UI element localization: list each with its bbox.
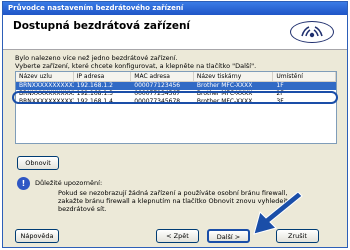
info-icon: ! [17,177,30,190]
wizard-window: Průvodce nastavením bezdrátového zařízen… [2,1,348,248]
help-button[interactable]: Nápověda [15,229,59,243]
cell-printer-name: Brother MFC-XXXX [196,90,253,97]
cell-ip: 192.168.1.4 [76,98,113,105]
cell-ip: 192.168.1.2 [76,82,113,89]
cell-node-name: BRNXXXXXXXXXXXX [19,98,74,105]
wifi-symbol-icon [301,26,323,38]
cell-ip: 192.168.1.3 [76,90,113,97]
refresh-button[interactable]: Obnovit [17,156,59,170]
instructions-line-1: Bylo nalezeno více než jedno bezdrátové … [15,54,178,62]
cell-mac: 000077234567 [134,90,181,97]
device-row-2[interactable]: BRNXXXXXXXXXXXX 192.168.1.3 000077234567… [16,90,336,98]
cell-location: 3F [276,98,284,105]
back-button[interactable]: < Zpět [156,229,199,243]
cell-printer-name: Brother MFC-XXXX [196,98,253,105]
page-title: Dostupná bezdrátová zařízení [13,20,191,32]
column-header-location[interactable]: Umístění [273,72,336,81]
cell-printer-name: Brother MFC-XXXX [196,82,253,89]
column-header-node-name[interactable]: Název uzlu [16,72,74,81]
cell-location: 2F [276,90,284,97]
note-text: Pokud se nezobrazují žádná zařízení a po… [58,189,292,213]
cancel-button[interactable]: Zrušit [276,229,319,243]
column-header-printer-name[interactable]: Název tiskárny [194,72,274,81]
cell-node-name: BRNXXXXXXXXXXXX [19,82,74,89]
device-list-header: Název uzlu IP adresa MAC adresa Název ti… [16,72,336,82]
instructions-line-2: Vyberte zařízení, které chcete konfiguro… [15,62,257,70]
cell-mac: 000077123456 [134,82,181,89]
device-list[interactable]: Název uzlu IP adresa MAC adresa Název ti… [15,71,337,144]
header-panel: Dostupná bezdrátová zařízení [3,15,347,50]
brother-logo-icon [290,21,334,43]
cell-node-name: BRNXXXXXXXXXXXX [19,90,74,97]
window-titlebar: Průvodce nastavením bezdrátového zařízen… [3,2,347,15]
important-note: ! Důležité upozornění: Pokud se nezobraz… [17,177,337,217]
cell-location: 1F [276,82,284,89]
device-row-3[interactable]: BRNXXXXXXXXXXXX 192.168.1.4 000077345678… [16,98,336,106]
next-button[interactable]: Další > [207,229,250,243]
column-header-mac[interactable]: MAC adresa [131,72,194,81]
column-header-ip[interactable]: IP adresa [74,72,132,81]
cell-mac: 000077345678 [134,98,181,105]
note-title: Důležité upozornění: [35,179,103,187]
device-row-1[interactable]: BRNXXXXXXXXXXXX 192.168.1.2 000077123456… [16,82,336,90]
instructions-text: Bylo nalezeno více než jedno bezdrátové … [15,54,340,70]
